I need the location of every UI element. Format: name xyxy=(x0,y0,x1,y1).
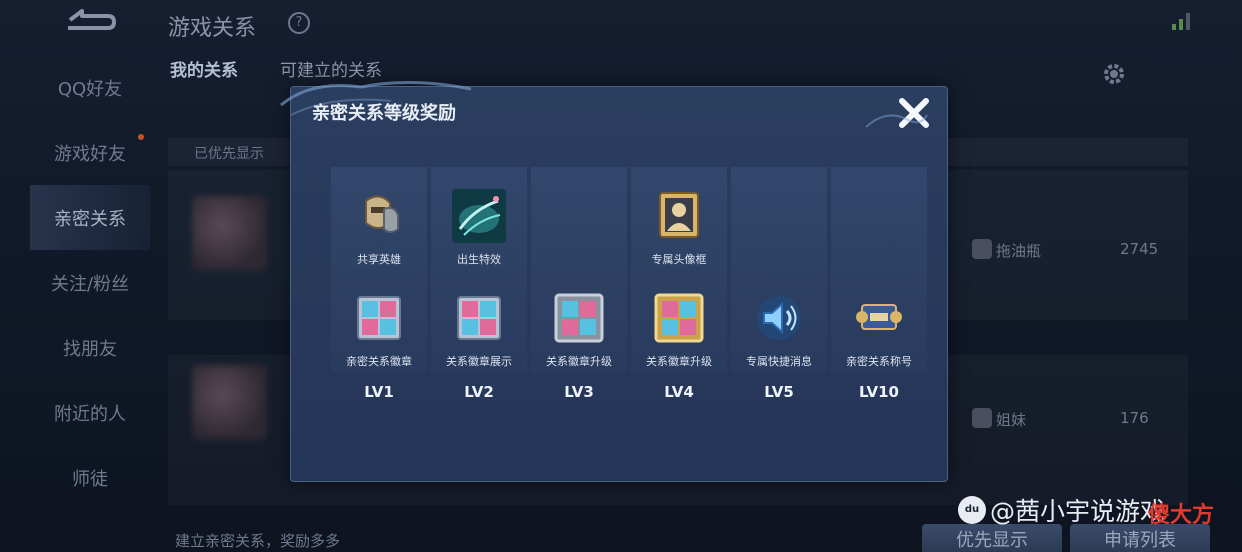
sidebar: QQ好友 游戏好友 亲密关系 关注/粉丝 找朋友 附近的人 师徒 xyxy=(30,55,150,510)
reward-item-spawn-effect[interactable]: 出生特效 xyxy=(429,189,529,279)
notification-dot xyxy=(138,134,144,140)
help-icon[interactable]: ? xyxy=(288,12,310,34)
sidebar-item-mentor[interactable]: 师徒 xyxy=(30,445,150,510)
relation-tag: 姐妹 xyxy=(996,411,1027,429)
badge-icon xyxy=(357,296,401,340)
reward-item-shared-hero[interactable]: 共享英雄 xyxy=(329,189,429,279)
reward-item-title[interactable]: 亲密关系称号 xyxy=(829,291,929,381)
sidebar-item-label: 找朋友 xyxy=(63,338,117,360)
dialog-title: 亲密关系等级奖励 xyxy=(312,103,456,124)
reward-item-badge[interactable]: 亲密关系徽章 xyxy=(329,291,429,381)
spawn-effect-icon xyxy=(452,189,506,243)
watermark-badge: 傻大方 xyxy=(1148,503,1215,528)
badge-display-icon xyxy=(457,296,501,340)
level-label: LV10 xyxy=(859,383,899,401)
relation-tag-icon xyxy=(972,408,992,428)
shared-hero-icon xyxy=(365,195,399,233)
reward-label: 关系徽章升级 xyxy=(646,355,712,368)
signal-icon xyxy=(1172,13,1190,30)
level-label: LV4 xyxy=(664,383,694,401)
relation-count: 176 xyxy=(1120,409,1149,427)
sidebar-item-label: 亲密关系 xyxy=(54,208,126,230)
sidebar-item-label: 游戏好友 xyxy=(54,143,126,165)
reward-grid: 共享英雄 出生特效 专属头像框 亲密关系徽章 关系徽章展示 关系徽章升级 关系徽… xyxy=(329,167,927,401)
reward-item-badge-upgrade-gold[interactable]: 关系徽章升级 xyxy=(629,291,729,381)
reward-label: 亲密关系称号 xyxy=(846,355,912,368)
reward-label: 出生特效 xyxy=(457,253,501,266)
sidebar-item-follow-fans[interactable]: 关注/粉丝 xyxy=(30,250,150,315)
relation-tag-icon xyxy=(972,239,992,259)
reward-item-avatar-frame[interactable]: 专属头像框 xyxy=(629,189,729,279)
reward-label: 专属快捷消息 xyxy=(746,355,812,368)
sidebar-item-label: 师徒 xyxy=(72,468,108,490)
level-label: LV5 xyxy=(764,383,794,401)
level-reward-dialog: 亲密关系等级奖励 共享英雄 出生特效 专属头像框 亲密关系徽章 关系徽章展示 关… xyxy=(280,80,948,482)
page-title: 游戏关系 xyxy=(168,16,257,41)
back-arrow-icon[interactable] xyxy=(60,6,120,36)
sidebar-item-game-friends[interactable]: 游戏好友 xyxy=(30,120,150,185)
relation-tag: 拖油瓶 xyxy=(996,242,1042,260)
gear-icon[interactable] xyxy=(1100,60,1128,88)
reward-label: 关系徽章升级 xyxy=(546,355,612,368)
title-scroll-icon xyxy=(856,304,902,330)
tab-my-relations[interactable]: 我的关系 xyxy=(170,56,238,81)
avatar xyxy=(192,365,267,440)
relation-count: 2745 xyxy=(1120,240,1159,258)
watermark-text: @茜小宇说游戏 xyxy=(990,497,1166,526)
sidebar-item-intimate[interactable]: 亲密关系 xyxy=(30,185,150,250)
watermark-logo: du xyxy=(958,496,986,524)
reward-label: 共享英雄 xyxy=(357,253,401,266)
badge-upgrade-gold-icon xyxy=(654,293,704,343)
badge-upgrade-icon xyxy=(554,293,604,343)
cloud-ornament-icon xyxy=(865,114,928,128)
reward-item-badge-display[interactable]: 关系徽章展示 xyxy=(429,291,529,381)
pinned-label: 已优先显示 xyxy=(194,146,264,162)
reward-label: 亲密关系徽章 xyxy=(346,355,412,368)
avatar-frame-icon xyxy=(659,192,699,238)
speaker-icon xyxy=(757,296,801,340)
level-label: LV1 xyxy=(364,383,394,401)
priority-display-button[interactable]: 优先显示 xyxy=(922,524,1062,552)
watermark: du @茜小宇说游戏 xyxy=(958,492,1165,528)
sidebar-item-nearby[interactable]: 附近的人 xyxy=(30,380,150,445)
reward-label: 专属头像框 xyxy=(651,253,707,266)
avatar xyxy=(192,196,267,271)
sidebar-item-qq-friends[interactable]: QQ好友 xyxy=(30,55,150,120)
level-label: LV3 xyxy=(564,383,594,401)
sidebar-item-label: 关注/粉丝 xyxy=(50,273,130,295)
reward-item-quick-message[interactable]: 专属快捷消息 xyxy=(729,291,829,381)
sidebar-item-label: QQ好友 xyxy=(57,78,123,100)
footer-tip: 建立亲密关系，奖励多多 xyxy=(175,532,341,550)
reward-label: 关系徽章展示 xyxy=(446,355,512,368)
sidebar-item-find-friends[interactable]: 找朋友 xyxy=(30,315,150,380)
reward-item-badge-upgrade[interactable]: 关系徽章升级 xyxy=(529,291,629,381)
level-label: LV2 xyxy=(464,383,494,401)
sidebar-item-label: 附近的人 xyxy=(54,403,126,425)
